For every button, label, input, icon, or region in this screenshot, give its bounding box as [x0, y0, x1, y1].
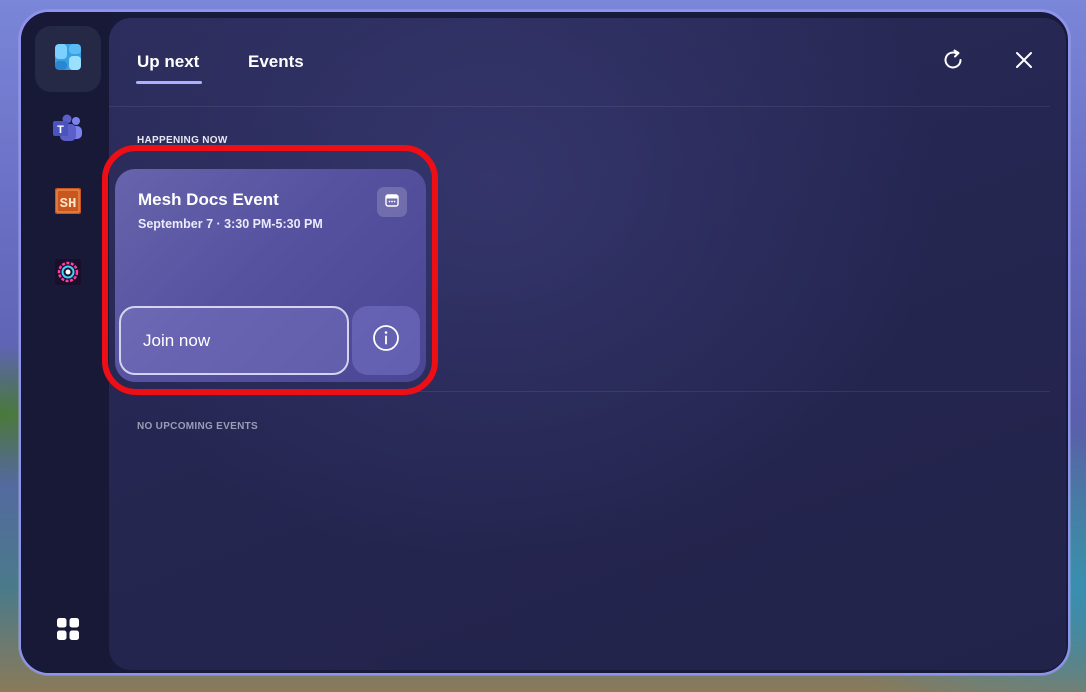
refresh-icon — [941, 48, 965, 77]
sh-app-icon: SH — [55, 187, 81, 219]
rail-item-teams[interactable]: T — [35, 98, 101, 164]
target-app-icon — [55, 258, 81, 290]
active-tab-indicator — [136, 81, 202, 84]
close-button[interactable] — [1008, 46, 1040, 78]
widget-board-icon — [54, 43, 82, 76]
app-rail: T SH — [21, 12, 111, 673]
no-upcoming-events-heading: NO UPCOMING EVENTS — [137, 421, 258, 432]
apps-grid-icon — [57, 617, 79, 645]
refresh-button[interactable] — [937, 46, 969, 78]
mesh-window: T SH Up next Events HAPPENING NOW NO UPC… — [19, 10, 1070, 675]
tab-events[interactable]: Events — [248, 52, 304, 72]
rail-item-events[interactable] — [35, 26, 101, 92]
teams-letter: T — [57, 124, 64, 136]
teams-icon: T — [52, 114, 84, 149]
sh-app-label: SH — [60, 196, 77, 212]
rail-item-circle-app[interactable] — [35, 241, 101, 307]
rail-item-sh-app[interactable]: SH — [35, 170, 101, 236]
tab-up-next[interactable]: Up next — [137, 52, 199, 72]
rail-item-all-apps[interactable] — [35, 598, 101, 664]
header-divider — [109, 106, 1050, 107]
close-icon — [1014, 50, 1034, 75]
highlight-outline — [102, 145, 438, 395]
